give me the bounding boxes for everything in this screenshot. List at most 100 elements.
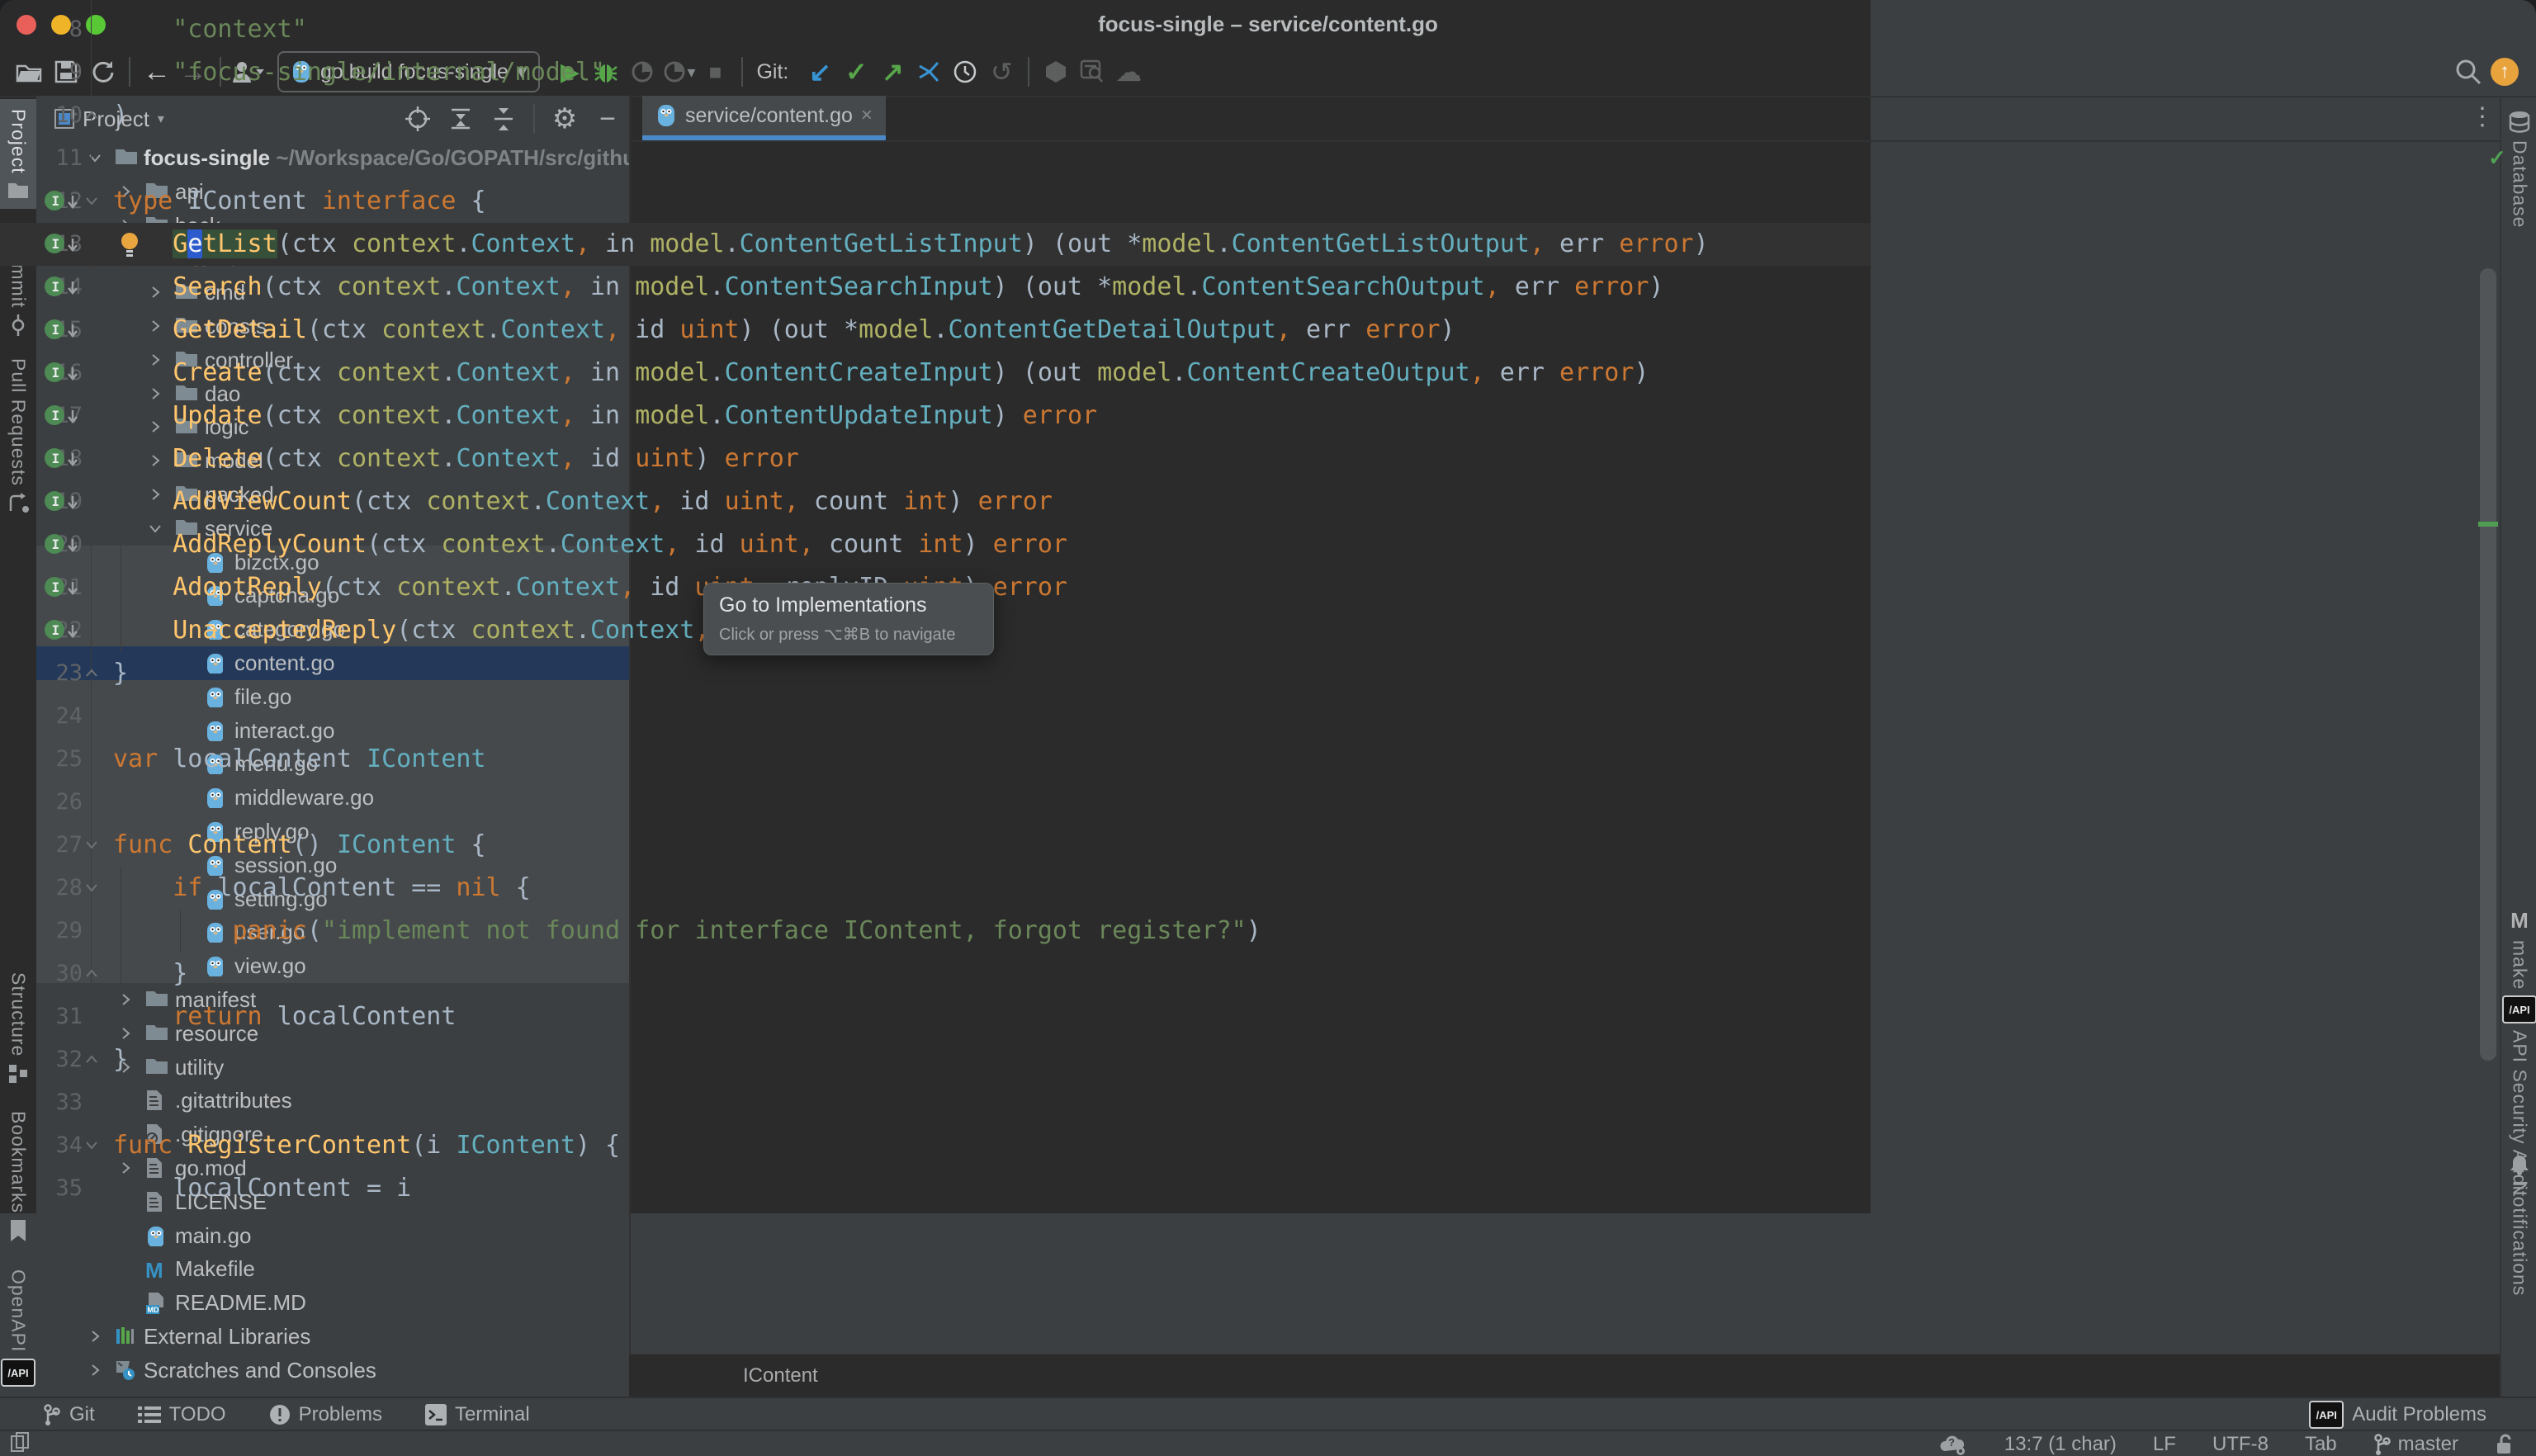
stripe-button-notifications[interactable]: Notifications: [2501, 1144, 2536, 1306]
code-text: "context": [113, 8, 307, 51]
fold-region-start-icon[interactable]: [83, 192, 101, 210]
code-text: return localContent: [113, 995, 456, 1038]
scratch-icon: [115, 1359, 136, 1381]
code-line-26[interactable]: 26: [0, 781, 1871, 824]
fold-region-end-icon[interactable]: [83, 664, 101, 683]
update-available-icon: ↑: [2491, 58, 2519, 86]
stripe-button-database[interactable]: Database: [2501, 101, 2536, 238]
code-line-8[interactable]: 8 "context": [0, 8, 1871, 51]
code-line-20[interactable]: 20I AddReplyCount(ctx context.Context, i…: [0, 523, 1871, 566]
line-number: 25: [0, 738, 83, 781]
inspections-ok-icon[interactable]: ✓: [2488, 145, 2506, 171]
implemented-gutter-icon[interactable]: I: [43, 618, 81, 643]
indent-style[interactable]: Tab: [2305, 1433, 2337, 1456]
tree-item-label: main.go: [175, 1223, 252, 1249]
code-line-23[interactable]: 23}: [0, 652, 1871, 695]
unlocked-icon: [2495, 1433, 2515, 1456]
code-text: AddViewCount(ctx context.Context, id uin…: [113, 480, 1053, 523]
code-line-31[interactable]: 31 return localContent: [0, 995, 1871, 1038]
code-line-33[interactable]: 33: [0, 1081, 1871, 1124]
code-line-11[interactable]: 11: [0, 137, 1871, 180]
code-line-24[interactable]: 24: [0, 695, 1871, 738]
implemented-gutter-icon[interactable]: I: [43, 532, 81, 557]
line-number: 27: [0, 824, 83, 867]
audit-problems-button[interactable]: /APIAudit Problems: [2309, 1401, 2486, 1429]
code-line-35[interactable]: 35 localContent = i: [0, 1167, 1871, 1210]
code-line-12[interactable]: 12Itype IContent interface {: [0, 180, 1871, 223]
line-number: 24: [0, 695, 83, 738]
breadcrumb-item[interactable]: IContent: [743, 1364, 818, 1387]
tab-options-icon[interactable]: ⋮: [2470, 102, 2495, 131]
code-text: }: [113, 1038, 128, 1081]
stripe-button-openapi[interactable]: OpenAPI/API: [0, 1260, 36, 1397]
fold-region-start-icon[interactable]: [83, 836, 101, 854]
toolwindow-button-todo[interactable]: TODO: [138, 1403, 226, 1426]
code-line-27[interactable]: 27func Content() IContent {: [0, 824, 1871, 867]
toolwindow-label: Git: [69, 1403, 95, 1426]
code-line-19[interactable]: 19I AddViewCount(ctx context.Context, id…: [0, 480, 1871, 523]
git-branch[interactable]: master: [2373, 1433, 2458, 1456]
toolwindow-button-git[interactable]: Git: [43, 1403, 95, 1426]
ext-lib-icon: [115, 1326, 135, 1345]
line-number: 35: [0, 1167, 83, 1210]
code-line-14[interactable]: 14I Search(ctx context.Context, in model…: [0, 266, 1871, 309]
code-line-10[interactable]: 10): [0, 94, 1871, 137]
code-line-29[interactable]: 29 panic("implement not found for interf…: [0, 910, 1871, 953]
search-button[interactable]: [2450, 54, 2486, 90]
implemented-gutter-icon[interactable]: I: [43, 447, 81, 471]
fold-region-end-icon[interactable]: [83, 106, 101, 125]
implemented-gutter-icon[interactable]: I: [43, 275, 81, 300]
tree-item-scratches-and-consoles[interactable]: Scratches and Consoles: [36, 1354, 629, 1387]
code-line-13[interactable]: 13I GetList(ctx context.Context, in mode…: [0, 223, 1871, 266]
code-line-17[interactable]: 17I Update(ctx context.Context, in model…: [0, 395, 1871, 437]
problems-icon: [269, 1404, 291, 1425]
update-available-button[interactable]: ↑: [2486, 54, 2523, 90]
implemented-gutter-icon[interactable]: I: [43, 575, 81, 600]
tree-item-external-libraries[interactable]: External Libraries: [36, 1320, 629, 1354]
code-line-32[interactable]: 32}: [0, 1038, 1871, 1081]
caret-position[interactable]: 13:7 (1 char): [2004, 1433, 2117, 1456]
scrollbar-change-marker: [2478, 522, 2498, 527]
code-line-25[interactable]: 25var localContent IContent: [0, 738, 1871, 781]
fold-region-end-icon[interactable]: [83, 965, 101, 983]
implemented-gutter-icon[interactable]: I: [43, 361, 81, 385]
chevron-collapsed-icon[interactable]: [86, 1361, 104, 1379]
fold-region-start-icon[interactable]: [83, 879, 101, 897]
tooltip-shortcut-hint: Click or press ⌥⌘B to navigate: [719, 624, 978, 645]
toolwindow-button-problems[interactable]: Problems: [269, 1403, 382, 1426]
tree-item-makefile[interactable]: MMakefile: [36, 1252, 629, 1286]
toolwindow-button-terminal[interactable]: Terminal: [425, 1403, 530, 1426]
line-ending[interactable]: LF: [2153, 1433, 2176, 1456]
implemented-gutter-icon[interactable]: I: [43, 189, 81, 214]
tree-item-label: External Libraries: [144, 1324, 310, 1350]
fold-region-start-icon[interactable]: [83, 1137, 101, 1155]
readonly-toggle[interactable]: [2495, 1433, 2515, 1456]
code-line-30[interactable]: 30 }: [0, 953, 1871, 995]
code-line-15[interactable]: 15I GetDetail(ctx context.Context, id ui…: [0, 309, 1871, 352]
code-text: GetDetail(ctx context.Context, id uint) …: [113, 309, 1455, 352]
implemented-gutter-icon[interactable]: I: [43, 489, 81, 514]
code-line-18[interactable]: 18I Delete(ctx context.Context, id uint)…: [0, 437, 1871, 480]
cloud-sync-status[interactable]: ?: [1938, 1433, 1968, 1456]
stripe-button-make[interactable]: Mmake: [2501, 898, 2536, 1000]
todo-icon: [138, 1405, 161, 1425]
fold-region-end-icon[interactable]: [83, 1051, 101, 1069]
tree-item-main.go[interactable]: main.go: [36, 1219, 629, 1253]
code-line-34[interactable]: 34func RegisterContent(i IContent) {: [0, 1124, 1871, 1167]
code-line-16[interactable]: 16I Create(ctx context.Context, in model…: [0, 352, 1871, 395]
editor-scrollbar[interactable]: [2480, 268, 2496, 1061]
implemented-gutter-icon[interactable]: I: [43, 404, 81, 428]
chevron-collapsed-icon[interactable]: [86, 1327, 104, 1345]
tree-item-readme.md[interactable]: MDREADME.MD: [36, 1286, 629, 1320]
svg-text:I: I: [52, 537, 60, 552]
tree-item-label: Makefile: [175, 1256, 255, 1282]
file-encoding[interactable]: UTF-8: [2212, 1433, 2269, 1456]
implemented-gutter-icon[interactable]: I: [43, 318, 81, 343]
code-text: }: [113, 652, 128, 695]
code-line-9[interactable]: 9 "focus-single/internal/model": [0, 51, 1871, 94]
implemented-gutter-icon[interactable]: I: [43, 232, 81, 257]
code-line-28[interactable]: 28 if localContent == nil {: [0, 867, 1871, 910]
svg-text:I: I: [52, 236, 60, 252]
window-switcher-icon[interactable]: [10, 1431, 31, 1456]
tooltip-title: Go to Implementations: [719, 593, 978, 617]
